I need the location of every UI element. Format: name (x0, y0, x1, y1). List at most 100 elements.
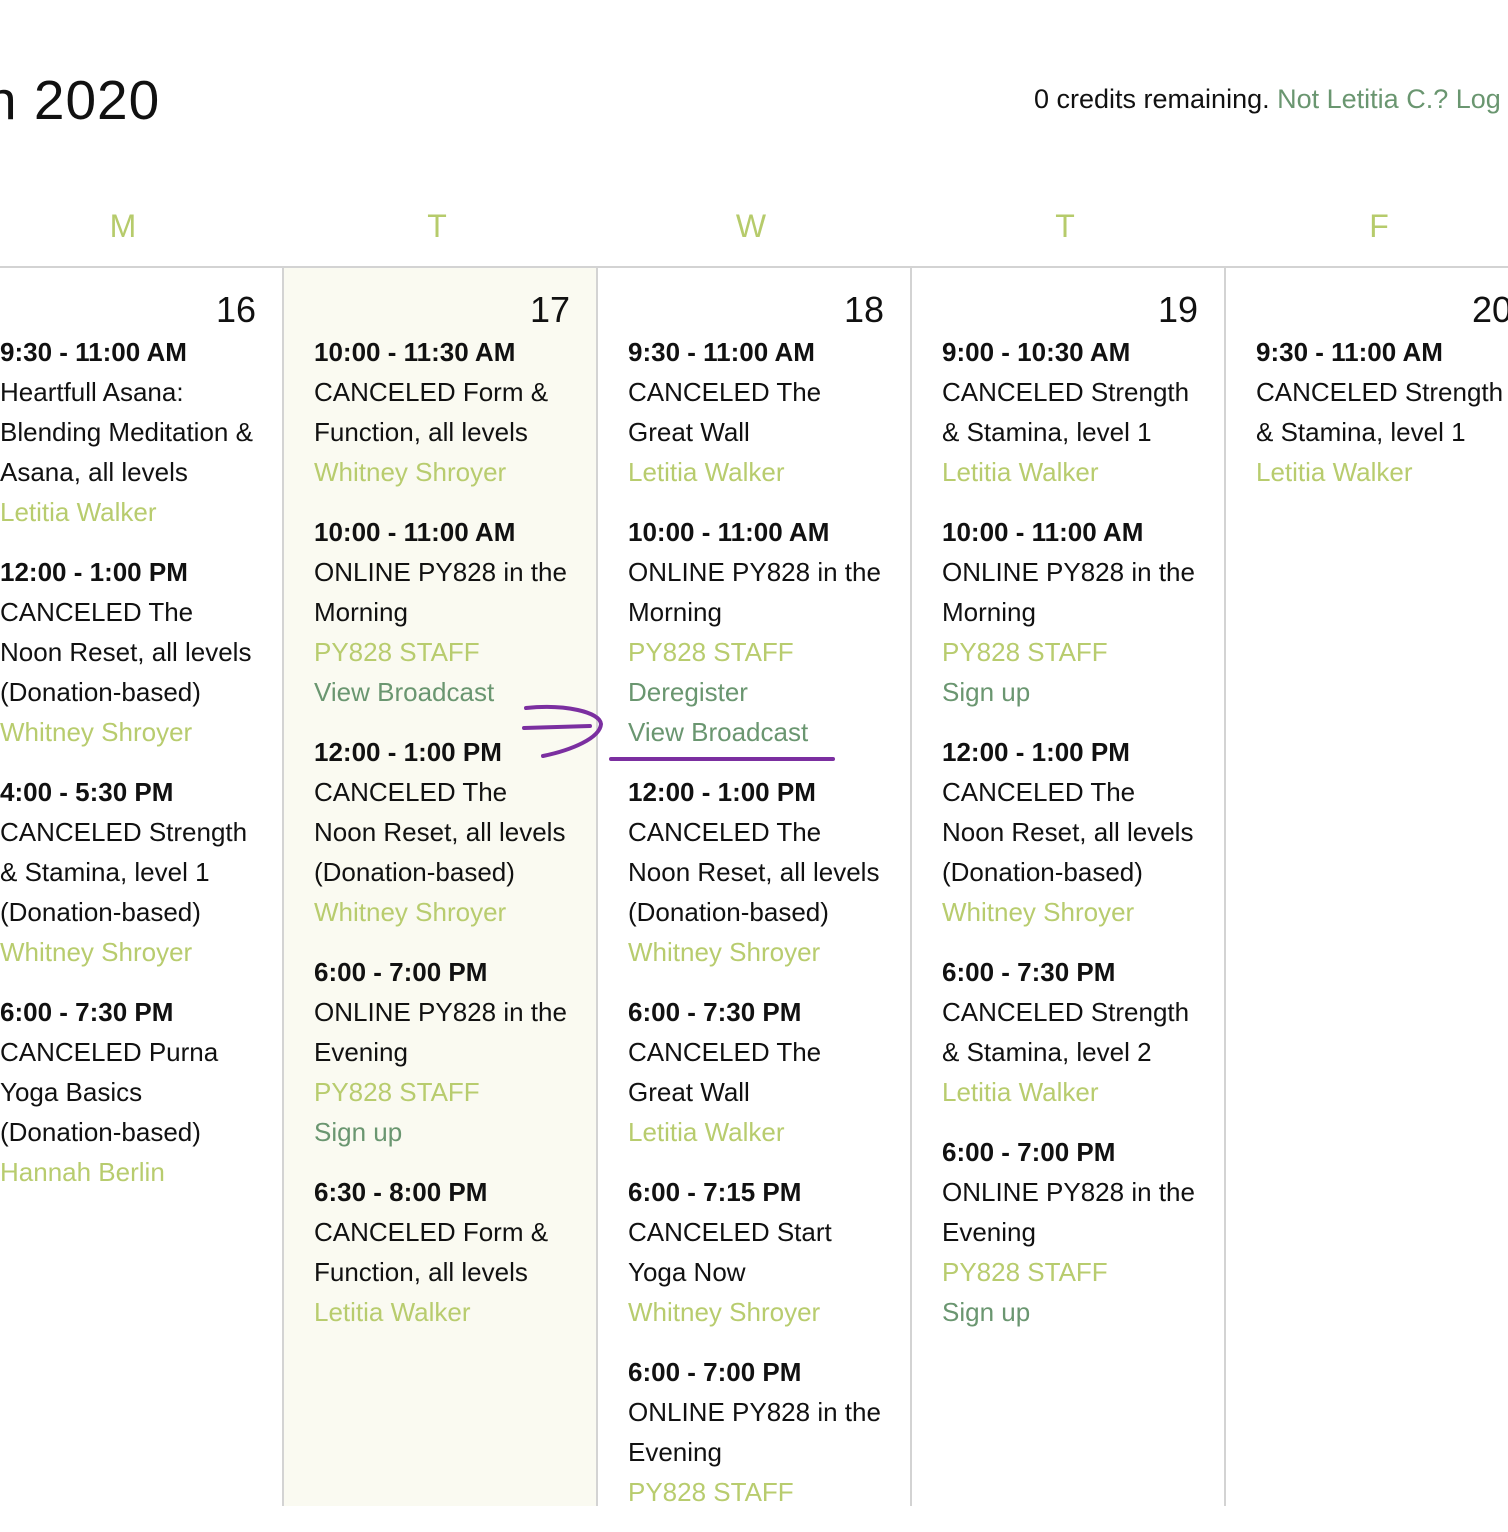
event-time: 12:00 - 1:00 PM (314, 737, 502, 767)
event-title-line: (Donation-based) (0, 1117, 201, 1147)
teacher-link[interactable]: PY828 STAFF (942, 632, 1224, 672)
event-time: 9:30 - 11:00 AM (0, 337, 187, 367)
teacher-link[interactable]: PY828 STAFF (628, 1472, 910, 1512)
event-time: 6:00 - 7:30 PM (628, 997, 802, 1027)
event-title-line: CANCELED The (942, 777, 1136, 807)
class-event: 10:00 - 11:00 AM ONLINE PY828 in the Morni… (942, 512, 1224, 712)
event-time: 10:00 - 11:00 AM (628, 517, 830, 547)
class-event: 6:00 - 7:00 PM ONLINE PY828 in the Evening… (942, 1132, 1224, 1332)
sign-up-link[interactable]: Sign up (942, 1292, 1224, 1332)
teacher-link[interactable]: Whitney Shroyer (942, 892, 1224, 932)
class-event: 9:30 - 11:00 AM CANCELED The Great Wall Let… (628, 332, 910, 492)
event-title-line: CANCELED Start (628, 1217, 832, 1247)
weekday-header: T (1055, 208, 1075, 244)
teacher-link[interactable]: Letitia Walker (628, 452, 910, 492)
day-column: W 18 9:30 - 11:00 AM CANCELED The Great Wall… (596, 0, 910, 1507)
class-event: 4:00 - 5:30 PM CANCELED Strength & Stamina… (0, 772, 282, 972)
event-title-line: Morning (628, 597, 722, 627)
teacher-link[interactable]: Letitia Walker (0, 492, 282, 532)
class-event: 6:30 - 8:00 PM CANCELED Form & Function, a… (314, 1172, 596, 1332)
class-event: 9:00 - 10:30 AM CANCELED Strength & Stamin… (942, 332, 1224, 492)
teacher-link[interactable]: Letitia Walker (1256, 452, 1508, 492)
event-title-line: ONLINE PY828 in the (628, 557, 881, 587)
teacher-link[interactable]: Whitney Shroyer (314, 452, 596, 492)
weekday-header: F (1369, 208, 1389, 244)
sign-up-link[interactable]: Sign up (314, 1112, 596, 1152)
event-time: 6:00 - 7:00 PM (314, 957, 488, 987)
event-title-line: & Stamina, level 1 (942, 417, 1152, 447)
event-list: 9:30 - 11:00 AM CANCELED Strength & Stamin… (1256, 332, 1508, 512)
event-time: 10:00 - 11:00 AM (942, 517, 1144, 547)
sign-up-link[interactable]: Sign up (942, 672, 1224, 712)
teacher-link[interactable]: Whitney Shroyer (628, 1292, 910, 1332)
event-time: 10:00 - 11:00 AM (314, 517, 516, 547)
teacher-link[interactable]: PY828 STAFF (314, 632, 596, 672)
event-title-line: CANCELED Form & (314, 377, 549, 407)
day-column: T 19 9:00 - 10:30 AM CANCELED Strength & Sta… (910, 0, 1224, 1506)
day-column: T 17 10:00 - 11:30 AM CANCELED Form & Functi… (282, 0, 596, 1506)
event-time: 4:00 - 5:30 PM (0, 777, 174, 807)
event-title-line: CANCELED The (0, 597, 194, 627)
teacher-link[interactable]: Whitney Shroyer (0, 932, 282, 972)
teacher-link[interactable]: PY828 STAFF (942, 1252, 1224, 1292)
teacher-link[interactable]: Letitia Walker (314, 1292, 596, 1332)
event-title-line: & Stamina, level 1 (0, 857, 210, 887)
event-title-line: (Donation-based) (314, 857, 515, 887)
event-title-line: CANCELED The (628, 377, 822, 407)
class-event: 6:00 - 7:15 PM CANCELED Start Yoga Now Whit… (628, 1172, 910, 1332)
event-title-line: (Donation-based) (942, 857, 1143, 887)
teacher-link[interactable]: Letitia Walker (942, 452, 1224, 492)
event-title-line: ONLINE PY828 in the (628, 1397, 881, 1427)
event-time: 12:00 - 1:00 PM (628, 777, 816, 807)
teacher-link[interactable]: Whitney Shroyer (628, 932, 910, 972)
class-event: 9:30 - 11:00 AM CANCELED Strength & Stamin… (1256, 332, 1508, 492)
event-title-line: & Stamina, level 1 (1256, 417, 1466, 447)
teacher-link[interactable]: PY828 STAFF (628, 632, 910, 672)
teacher-link[interactable]: Letitia Walker (628, 1112, 910, 1152)
teacher-link[interactable]: Whitney Shroyer (314, 892, 596, 932)
event-title-line: CANCELED Strength (1256, 377, 1504, 407)
event-title-line: CANCELED The (628, 1037, 822, 1067)
event-title-line: CANCELED Strength (942, 997, 1190, 1027)
event-title-line: CANCELED Strength (0, 817, 248, 847)
teacher-link[interactable]: PY828 STAFF (314, 1072, 596, 1112)
event-title-line: Evening (942, 1217, 1036, 1247)
weekday-header: M (109, 208, 137, 244)
event-title-line: CANCELED Form & (314, 1217, 549, 1247)
event-time: 6:00 - 7:30 PM (0, 997, 174, 1027)
event-time: 6:30 - 8:00 PM (314, 1177, 488, 1207)
deregister-link[interactable]: Deregister (628, 672, 910, 712)
event-title-line: Morning (942, 597, 1036, 627)
event-title-line: Heartfull Asana: (0, 377, 184, 407)
event-title-line: ONLINE PY828 in the (942, 1177, 1195, 1207)
date-number: 18 (843, 289, 884, 330)
event-title-line: Noon Reset, all levels (314, 817, 566, 847)
event-title-line: Evening (314, 1037, 408, 1067)
event-title-line: CANCELED Strength (942, 377, 1190, 407)
event-title-line: CANCELED Purna (0, 1037, 219, 1067)
teacher-link[interactable]: Letitia Walker (942, 1072, 1224, 1112)
event-title-line: Great Wall (628, 417, 750, 447)
date-number: 20 (1471, 289, 1508, 330)
event-title-line: Morning (314, 597, 408, 627)
date-number: 17 (529, 289, 570, 330)
teacher-link[interactable]: Whitney Shroyer (0, 712, 282, 752)
class-event: 6:00 - 7:00 PM ONLINE PY828 in the Evening… (628, 1352, 910, 1512)
event-time: 12:00 - 1:00 PM (942, 737, 1130, 767)
weekday-header: W (735, 208, 767, 244)
event-title-line: CANCELED The (628, 817, 822, 847)
event-time: 12:00 - 1:00 PM (0, 557, 188, 587)
view-broadcast-link[interactable]: View Broadcast (314, 672, 596, 712)
event-list: 9:00 - 10:30 AM CANCELED Strength & Stamin… (942, 332, 1224, 1352)
event-title-line: Evening (628, 1437, 722, 1467)
event-list: 10:00 - 11:30 AM CANCELED Form & Function,… (314, 332, 596, 1352)
event-title-line: ONLINE PY828 in the (314, 557, 567, 587)
class-event: 12:00 - 1:00 PM CANCELED The Noon Reset, a… (314, 732, 596, 932)
view-broadcast-link[interactable]: View Broadcast (628, 712, 910, 752)
teacher-link[interactable]: Hannah Berlin (0, 1152, 282, 1192)
event-title-line: Yoga Now (628, 1257, 746, 1287)
event-title-line: Asana, all levels (0, 457, 188, 487)
event-time: 6:00 - 7:15 PM (628, 1177, 802, 1207)
class-event: 6:00 - 7:30 PM CANCELED Strength & Stamina… (942, 952, 1224, 1112)
date-number: 19 (1157, 289, 1198, 330)
